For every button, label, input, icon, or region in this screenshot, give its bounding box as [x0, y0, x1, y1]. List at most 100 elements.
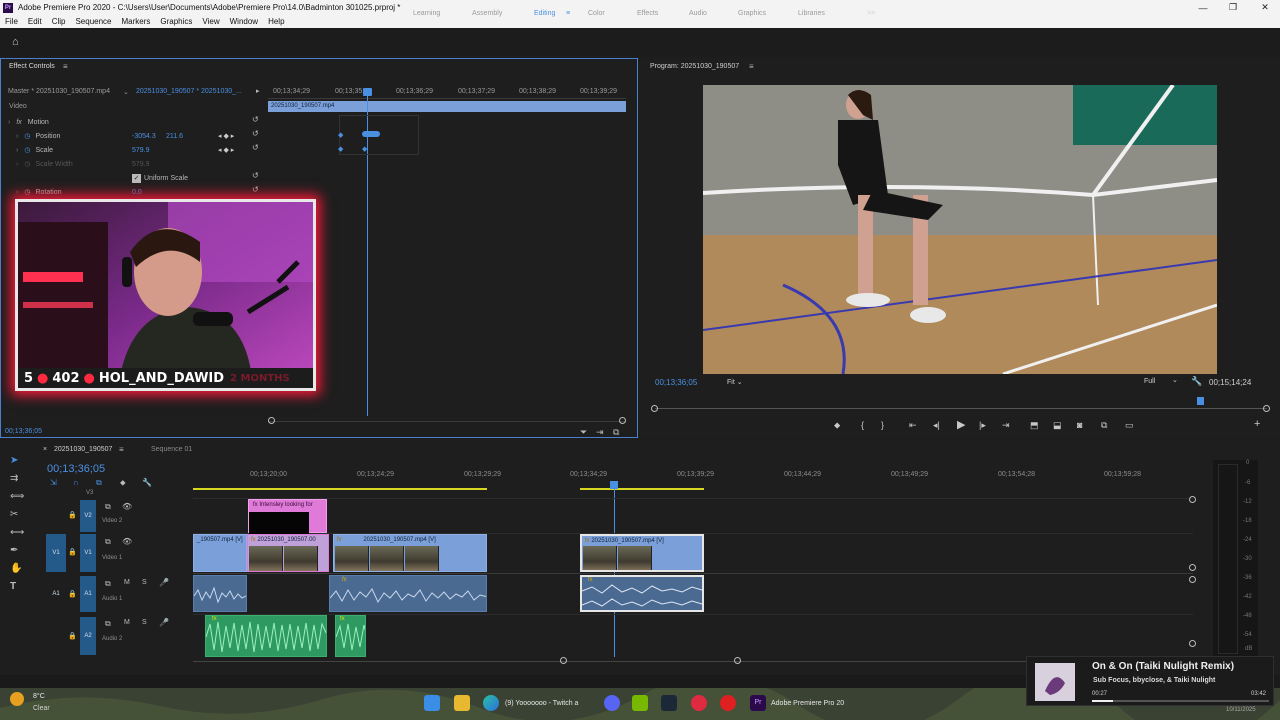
expand-icon[interactable]: › — [16, 147, 18, 154]
tab-audio[interactable]: Audio — [689, 10, 707, 17]
ec-current-time[interactable]: 00;13;36;05 — [5, 428, 42, 435]
hand-tool-icon[interactable]: ✋ — [10, 563, 22, 574]
source-a1-patch[interactable]: A1 — [46, 576, 66, 612]
mute-button[interactable]: M — [124, 619, 130, 626]
extract-icon[interactable]: ⬓ — [1053, 420, 1062, 431]
reset-icon[interactable]: ↺ — [252, 129, 259, 138]
video-clip[interactable]: _190507.mp4 [V] — [193, 534, 247, 572]
master-clip-label[interactable]: Master * 20251030_190507.mp4 — [8, 88, 110, 95]
tab-learning[interactable]: Learning — [413, 10, 440, 17]
step-forward-icon[interactable]: |▸ — [979, 420, 986, 431]
youtube-music-icon[interactable] — [720, 695, 736, 711]
maximize-icon[interactable]: ❐ — [1218, 0, 1248, 15]
add-marker-icon[interactable]: ⬥ — [834, 420, 840, 431]
ec-clip-bar[interactable]: 20251030_190507.mp4 — [268, 101, 626, 112]
timeline-timecode[interactable]: 00;13;36;05 — [47, 463, 105, 475]
menu-help[interactable]: Help — [263, 17, 289, 26]
expand-icon[interactable]: › — [16, 133, 18, 140]
title-clip[interactable]: fx Intensley looking for — [248, 499, 327, 534]
premiere-taskbar-icon[interactable]: Pr — [750, 695, 766, 711]
mute-button[interactable]: M — [124, 579, 130, 586]
audio-clip-selected[interactable]: fx — [580, 575, 704, 612]
stopwatch-icon[interactable]: ◷ — [24, 188, 30, 196]
weather-icon[interactable] — [10, 692, 24, 706]
sync-lock-icon[interactable]: ⧉ — [105, 619, 111, 629]
linked-selection-icon[interactable]: ⧉ — [96, 478, 102, 488]
tab-sequence-01[interactable]: Sequence 01 — [151, 446, 192, 453]
lock-icon[interactable]: 🔒 — [68, 548, 77, 556]
slip-tool-icon[interactable]: ⟷ — [10, 527, 24, 538]
menu-view[interactable]: View — [197, 17, 224, 26]
expand-icon[interactable]: › — [16, 189, 18, 196]
panel-menu-icon[interactable]: ≡ — [749, 62, 754, 71]
menu-edit[interactable]: Edit — [23, 17, 47, 26]
vertical-scroll-handle[interactable] — [1189, 640, 1196, 647]
premiere-window-label[interactable]: Adobe Premiere Pro 20 — [771, 700, 844, 707]
ripple-edit-tool-icon[interactable]: ⟺ — [10, 491, 24, 502]
wrench-icon[interactable]: 🔧 — [142, 478, 152, 487]
tab-color[interactable]: Color — [588, 10, 605, 17]
video-clip[interactable]: fx 20251030_190507.00 — [247, 534, 329, 572]
timeline-close-icon[interactable]: × — [43, 446, 47, 453]
stopwatch-icon[interactable]: ◷ — [24, 132, 30, 140]
now-playing-notification[interactable]: On & On (Taiki Nulight Remix) Sub Focus,… — [1026, 656, 1274, 706]
type-tool-icon[interactable]: T — [10, 581, 16, 592]
tab-effects[interactable]: Effects — [637, 10, 658, 17]
track-a2-target[interactable]: A2 — [80, 617, 96, 655]
scrub-handle[interactable] — [1263, 405, 1270, 412]
panel-menu-icon[interactable]: ≡ — [119, 445, 124, 454]
selection-tool-icon[interactable]: ➤ — [10, 455, 18, 466]
vertical-scroll-handle[interactable] — [1189, 576, 1196, 583]
vertical-scroll-handle[interactable] — [1189, 496, 1196, 503]
sync-lock-icon[interactable]: ⧉ — [105, 537, 111, 547]
scale-value[interactable]: 579.9 — [132, 147, 150, 154]
work-area-bar[interactable] — [580, 488, 704, 490]
workspace-menu-icon[interactable]: ≡ — [566, 10, 570, 17]
reset-icon[interactable]: ↺ — [252, 143, 259, 152]
ec-zoom-handle[interactable] — [619, 417, 626, 424]
add-button-icon[interactable]: + — [1254, 418, 1260, 430]
sync-lock-icon[interactable]: ⧉ — [105, 579, 111, 589]
stopwatch-icon[interactable]: ◷ — [24, 146, 30, 154]
track-v2-target[interactable]: V2 — [80, 500, 96, 532]
zoom-fit-select[interactable]: Fit ⌄ — [727, 378, 765, 386]
comparison-view-icon[interactable]: ⧉ — [1101, 420, 1107, 431]
source-v1-patch[interactable]: V1 — [46, 534, 66, 572]
vr-icon[interactable]: ▭ — [1125, 420, 1134, 431]
program-playhead[interactable] — [1197, 397, 1204, 405]
menu-window[interactable]: Window — [225, 17, 263, 26]
eye-icon[interactable]: 👁 — [122, 502, 132, 511]
sequence-clip-label[interactable]: 20251030_190507 * 20251030_... — [136, 88, 242, 95]
music-clip[interactable]: fx — [335, 615, 366, 657]
ec-zoom-handle[interactable] — [268, 417, 275, 424]
file-explorer-icon[interactable] — [454, 695, 470, 711]
solo-button[interactable]: S — [142, 579, 147, 586]
chevron-down-icon[interactable]: ⌄ — [123, 88, 129, 96]
menu-clip[interactable]: Clip — [47, 17, 71, 26]
export-frame-icon[interactable]: ⧉ — [613, 427, 619, 438]
step-back-icon[interactable]: ◂| — [933, 420, 940, 431]
more-workspaces-icon[interactable]: >> — [867, 10, 875, 17]
resolution-select[interactable]: Full — [1144, 378, 1155, 385]
position-x-value[interactable]: -3054.3 — [132, 133, 156, 140]
collapse-icon[interactable]: › — [8, 119, 10, 126]
mark-in-icon[interactable]: { — [861, 420, 864, 430]
timeline-playhead-handle[interactable] — [610, 481, 618, 489]
scrub-handle[interactable] — [651, 405, 658, 412]
tab-graphics[interactable]: Graphics — [738, 10, 766, 17]
ec-zoom-bar[interactable] — [268, 421, 626, 422]
reset-icon[interactable]: ↺ — [252, 171, 259, 180]
program-scrub-bar[interactable] — [655, 408, 1267, 409]
add-marker-icon[interactable]: ⬥ — [120, 478, 126, 488]
vertical-scroll-handle[interactable] — [1189, 564, 1196, 571]
steam-icon[interactable] — [661, 695, 677, 711]
keyframe-icon[interactable]: ◆ — [362, 145, 367, 153]
keyframe-icon[interactable]: ◆ — [338, 131, 343, 139]
position-y-value[interactable]: 211.6 — [166, 133, 183, 140]
video-clip-selected[interactable]: fx 20251030_190507.mp4 [V] — [580, 534, 704, 572]
microphone-icon[interactable]: 🎤 — [159, 618, 169, 627]
track-select-tool-icon[interactable]: ⇉ — [10, 473, 18, 484]
panel-menu-icon[interactable]: ≡ — [63, 62, 68, 71]
nest-icon[interactable]: ⇲ — [50, 478, 57, 487]
lock-icon[interactable]: 🔒 — [68, 511, 77, 519]
